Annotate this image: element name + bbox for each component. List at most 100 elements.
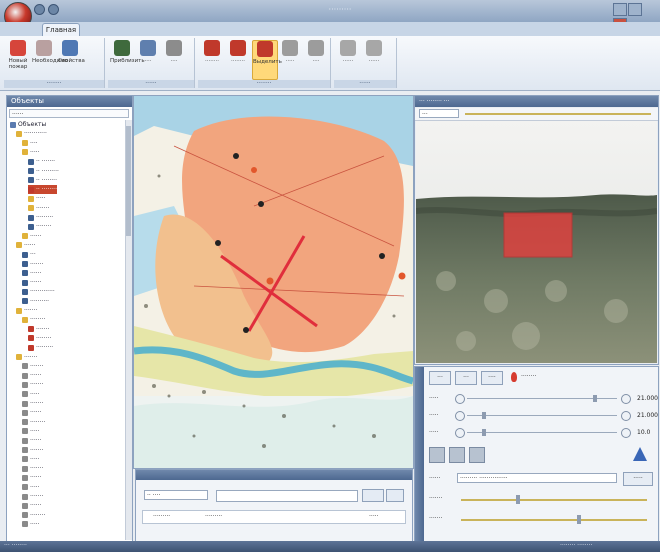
tree-item[interactable]: ······· bbox=[16, 306, 37, 315]
tree-item[interactable]: ········· bbox=[28, 213, 53, 222]
maximize-icon[interactable] bbox=[628, 3, 642, 16]
ribbon-button-1-0[interactable]: Приблизить bbox=[110, 40, 145, 78]
ribbon-button-2-1[interactable]: ········ bbox=[226, 40, 250, 78]
tree-item[interactable]: ····· bbox=[22, 427, 40, 436]
tree-item[interactable]: ······· bbox=[22, 260, 43, 269]
ribbon-button-1-1[interactable]: ···· bbox=[136, 40, 160, 78]
tree-item[interactable]: ····· bbox=[28, 194, 46, 203]
route-select[interactable]: ········· ··············· bbox=[457, 473, 617, 483]
tree-item[interactable]: ······ bbox=[22, 371, 41, 380]
speed-slider[interactable] bbox=[461, 515, 647, 524]
search-type-select[interactable]: ·· ···· bbox=[144, 490, 208, 500]
tree-item[interactable]: ······· bbox=[22, 446, 43, 455]
tree-item[interactable]: ····· bbox=[22, 390, 40, 399]
tree-item[interactable]: ······· bbox=[16, 353, 37, 362]
warning-icon[interactable] bbox=[633, 447, 647, 461]
tree-item[interactable]: ······· bbox=[22, 380, 43, 389]
objects-search-input[interactable]: ······ bbox=[9, 109, 129, 118]
ribbon-button-3-1[interactable]: ······ bbox=[362, 40, 386, 78]
tree-item[interactable]: ·········· bbox=[22, 297, 49, 306]
tree-item[interactable]: ······ bbox=[22, 408, 41, 417]
slider-track[interactable] bbox=[467, 429, 617, 436]
tree-item[interactable]: ······ bbox=[22, 436, 41, 445]
speed-slider-thumb[interactable] bbox=[577, 515, 582, 524]
tree-item[interactable]: ······· bbox=[22, 464, 43, 473]
tree-item[interactable]: ······ bbox=[22, 269, 41, 278]
ribbon-button-2-2[interactable]: Выделить bbox=[252, 40, 282, 80]
ribbon-button-0-2[interactable]: Свойства bbox=[58, 40, 85, 78]
tree-item[interactable]: Объекты bbox=[10, 120, 46, 129]
map-view[interactable] bbox=[133, 95, 414, 469]
camera-select[interactable]: ··· bbox=[419, 109, 459, 118]
mode-button-2[interactable]: ···· bbox=[481, 371, 503, 385]
find-button[interactable] bbox=[362, 489, 384, 502]
tree-item[interactable]: ···· bbox=[22, 139, 38, 148]
slider-track[interactable] bbox=[467, 412, 617, 419]
tree-item[interactable]: ·· ······· bbox=[28, 157, 55, 166]
tree-item[interactable]: ······ bbox=[22, 278, 41, 287]
stop-button[interactable] bbox=[429, 447, 445, 463]
tree-item[interactable]: ·· ········· bbox=[28, 167, 59, 176]
ribbon-button-2-4[interactable]: ···· bbox=[304, 40, 328, 78]
record-button[interactable] bbox=[469, 447, 485, 463]
tree-item[interactable]: ····· bbox=[22, 148, 40, 157]
search-result-row[interactable]: ········· ········· ····· bbox=[142, 510, 406, 524]
speed-slider[interactable] bbox=[461, 495, 647, 504]
speed-slider-thumb[interactable] bbox=[515, 495, 520, 504]
tree-item[interactable]: ············· bbox=[22, 287, 55, 296]
ribbon-button-1-2[interactable]: ···· bbox=[162, 40, 186, 78]
slider-decrease-button[interactable] bbox=[455, 394, 465, 404]
tree-item[interactable]: ····· bbox=[22, 520, 40, 529]
tree-item[interactable]: ········ bbox=[22, 511, 45, 520]
search-input[interactable] bbox=[216, 490, 358, 502]
pause-button[interactable] bbox=[449, 447, 465, 463]
tree-item[interactable]: ······· bbox=[28, 204, 49, 213]
tab-main[interactable]: Главная bbox=[42, 23, 80, 37]
tree-item[interactable]: ········ bbox=[22, 418, 45, 427]
camera-video[interactable] bbox=[416, 121, 657, 363]
tree-item[interactable]: ······· bbox=[22, 492, 43, 501]
slider-thumb[interactable] bbox=[592, 395, 597, 402]
tree-item[interactable]: ········ bbox=[22, 315, 45, 324]
tree-item[interactable]: ······ bbox=[22, 473, 41, 482]
tree-item[interactable]: ············ bbox=[16, 129, 47, 138]
tree-item[interactable]: ·· ········ bbox=[28, 185, 57, 195]
route-button[interactable]: ····· bbox=[623, 472, 653, 486]
slider-increase-button[interactable] bbox=[621, 394, 631, 404]
tree-item[interactable]: ······ bbox=[16, 241, 35, 250]
map-canvas[interactable] bbox=[134, 96, 413, 468]
tree-item[interactable]: ········ bbox=[28, 222, 51, 231]
undo-icon[interactable] bbox=[48, 4, 59, 15]
camera-zoom-slider[interactable] bbox=[465, 113, 651, 115]
camera-frame[interactable] bbox=[416, 121, 657, 363]
control-panel-side-tab[interactable] bbox=[415, 367, 424, 543]
minimize-icon[interactable] bbox=[613, 3, 627, 16]
clear-button[interactable] bbox=[386, 489, 404, 502]
slider-track[interactable] bbox=[467, 395, 617, 402]
save-icon[interactable] bbox=[34, 4, 45, 15]
tree-item[interactable]: ····· bbox=[22, 483, 40, 492]
tree-scrollbar-thumb[interactable] bbox=[126, 126, 131, 236]
tree-item[interactable]: ····· bbox=[22, 455, 40, 464]
tree-item[interactable]: ········· bbox=[28, 343, 53, 352]
mode-button-0[interactable]: ··· bbox=[429, 371, 451, 385]
slider-increase-button[interactable] bbox=[621, 411, 631, 421]
slider-thumb[interactable] bbox=[481, 412, 486, 419]
slider-thumb[interactable] bbox=[481, 429, 486, 436]
tree-item[interactable]: ······· bbox=[28, 325, 49, 334]
ribbon-button-3-0[interactable]: ······ bbox=[336, 40, 360, 78]
tree-item[interactable]: ······ bbox=[22, 232, 41, 241]
mode-button-1[interactable]: ··· bbox=[455, 371, 477, 385]
slider-decrease-button[interactable] bbox=[455, 411, 465, 421]
tree-item[interactable]: ······ bbox=[22, 501, 41, 510]
ribbon-button-2-0[interactable]: ········ bbox=[200, 40, 224, 78]
slider-decrease-button[interactable] bbox=[455, 428, 465, 438]
tree-item[interactable]: ······· bbox=[22, 399, 43, 408]
ribbon-button-0-1[interactable]: Необходимо bbox=[32, 40, 68, 78]
slider-increase-button[interactable] bbox=[621, 428, 631, 438]
ribbon-button-2-3[interactable]: ····· bbox=[278, 40, 302, 78]
tree-item[interactable]: ······· bbox=[22, 362, 43, 371]
tree-item[interactable]: ········ bbox=[28, 334, 51, 343]
tree-item[interactable]: ·· ········ bbox=[28, 176, 57, 185]
ribbon-button-0-0[interactable]: Новый пожар bbox=[6, 40, 30, 78]
